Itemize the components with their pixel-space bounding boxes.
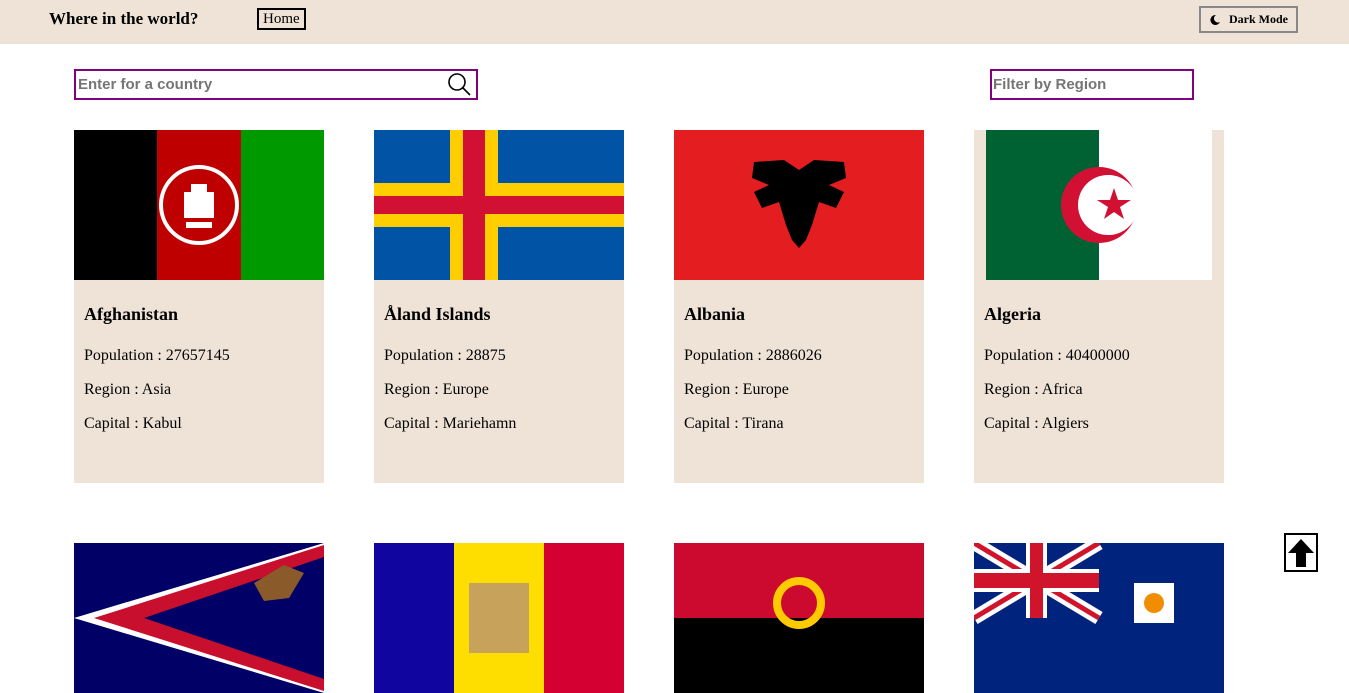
capital-label: Capital :	[384, 415, 443, 432]
flag-albania-image	[674, 130, 924, 280]
population-label: Population :	[384, 347, 466, 364]
search-input[interactable]	[76, 71, 438, 98]
region-line: Region : Europe	[384, 381, 614, 399]
moon-icon	[1210, 14, 1220, 25]
population-line: Population : 2886026	[684, 347, 914, 365]
country-card-afghanistan[interactable]: Afghanistan Population : 27657145 Region…	[74, 130, 324, 483]
region-value: Asia	[141, 381, 172, 398]
population-value: 28875	[465, 347, 506, 364]
flag-aland-islands-image	[374, 130, 624, 280]
population-line: Population : 28875	[384, 347, 614, 365]
capital-value: Kabul	[142, 415, 182, 432]
flag-andorra-image	[374, 543, 624, 693]
region-filter[interactable]: Filter by Region	[990, 69, 1194, 100]
region-value: Africa	[1041, 381, 1083, 398]
capital-value: Algiers	[1041, 415, 1089, 432]
capital-value: Mariehamn	[442, 415, 517, 432]
flag-american-samoa-image	[74, 543, 324, 693]
scroll-to-top-button[interactable]	[1284, 533, 1318, 572]
population-label: Population :	[684, 347, 766, 364]
country-card-andorra[interactable]	[374, 543, 624, 693]
country-name: Afghanistan	[84, 304, 179, 324]
country-card-american-samoa[interactable]	[74, 543, 324, 693]
capital-label: Capital :	[984, 415, 1042, 432]
population-value: 27657145	[165, 347, 230, 364]
capital-line: Capital : Kabul	[84, 415, 314, 433]
country-name: Albania	[684, 304, 746, 324]
capital-label: Capital :	[684, 415, 743, 432]
home-button[interactable]: Home	[257, 8, 306, 30]
flag-anguilla-image	[974, 543, 1224, 693]
country-name: Algeria	[984, 304, 1041, 324]
country-card-aland-islands[interactable]: Åland Islands Population : 28875 Region …	[374, 130, 624, 483]
flag-angola-image	[674, 543, 924, 693]
region-label: Region :	[684, 381, 743, 398]
dark-mode-button[interactable]: Dark Mode	[1199, 6, 1298, 33]
capital-label: Capital :	[84, 415, 143, 432]
country-name: Åland Islands	[384, 304, 491, 324]
region-line: Region : Africa	[984, 381, 1214, 399]
country-card-algeria[interactable]: Algeria Population : 40400000 Region : A…	[974, 130, 1224, 483]
region-line: Region : Europe	[684, 381, 914, 399]
population-label: Population :	[84, 347, 166, 364]
region-value: Europe	[442, 381, 489, 398]
country-card-angola[interactable]	[674, 543, 924, 693]
flag-algeria-image	[974, 130, 1224, 280]
site-title: Where in the world?	[49, 9, 199, 28]
country-card-anguilla[interactable]	[974, 543, 1224, 693]
region-label: Region :	[384, 381, 443, 398]
search-icon[interactable]	[447, 72, 471, 96]
population-value: 40400000	[1065, 347, 1130, 364]
region-label: Region :	[984, 381, 1042, 398]
population-line: Population : 40400000	[984, 347, 1214, 365]
header: Where in the world? Home Dark Mode	[0, 0, 1349, 44]
region-value: Europe	[742, 381, 789, 398]
flag-afghanistan-image	[74, 130, 324, 280]
capital-value: Tirana	[742, 415, 784, 432]
population-label: Population :	[984, 347, 1066, 364]
capital-line: Capital : Tirana	[684, 415, 914, 433]
arrow-up-icon	[1288, 538, 1314, 567]
region-line: Region : Asia	[84, 381, 314, 399]
dark-mode-label: Dark Mode	[1229, 12, 1288, 26]
capital-line: Capital : Mariehamn	[384, 415, 614, 433]
population-value: 2886026	[765, 347, 822, 364]
population-line: Population : 27657145	[84, 347, 314, 365]
search-box	[74, 69, 478, 100]
region-label: Region :	[84, 381, 142, 398]
capital-line: Capital : Algiers	[984, 415, 1214, 433]
country-card-albania[interactable]: Albania Population : 2886026 Region : Eu…	[674, 130, 924, 483]
